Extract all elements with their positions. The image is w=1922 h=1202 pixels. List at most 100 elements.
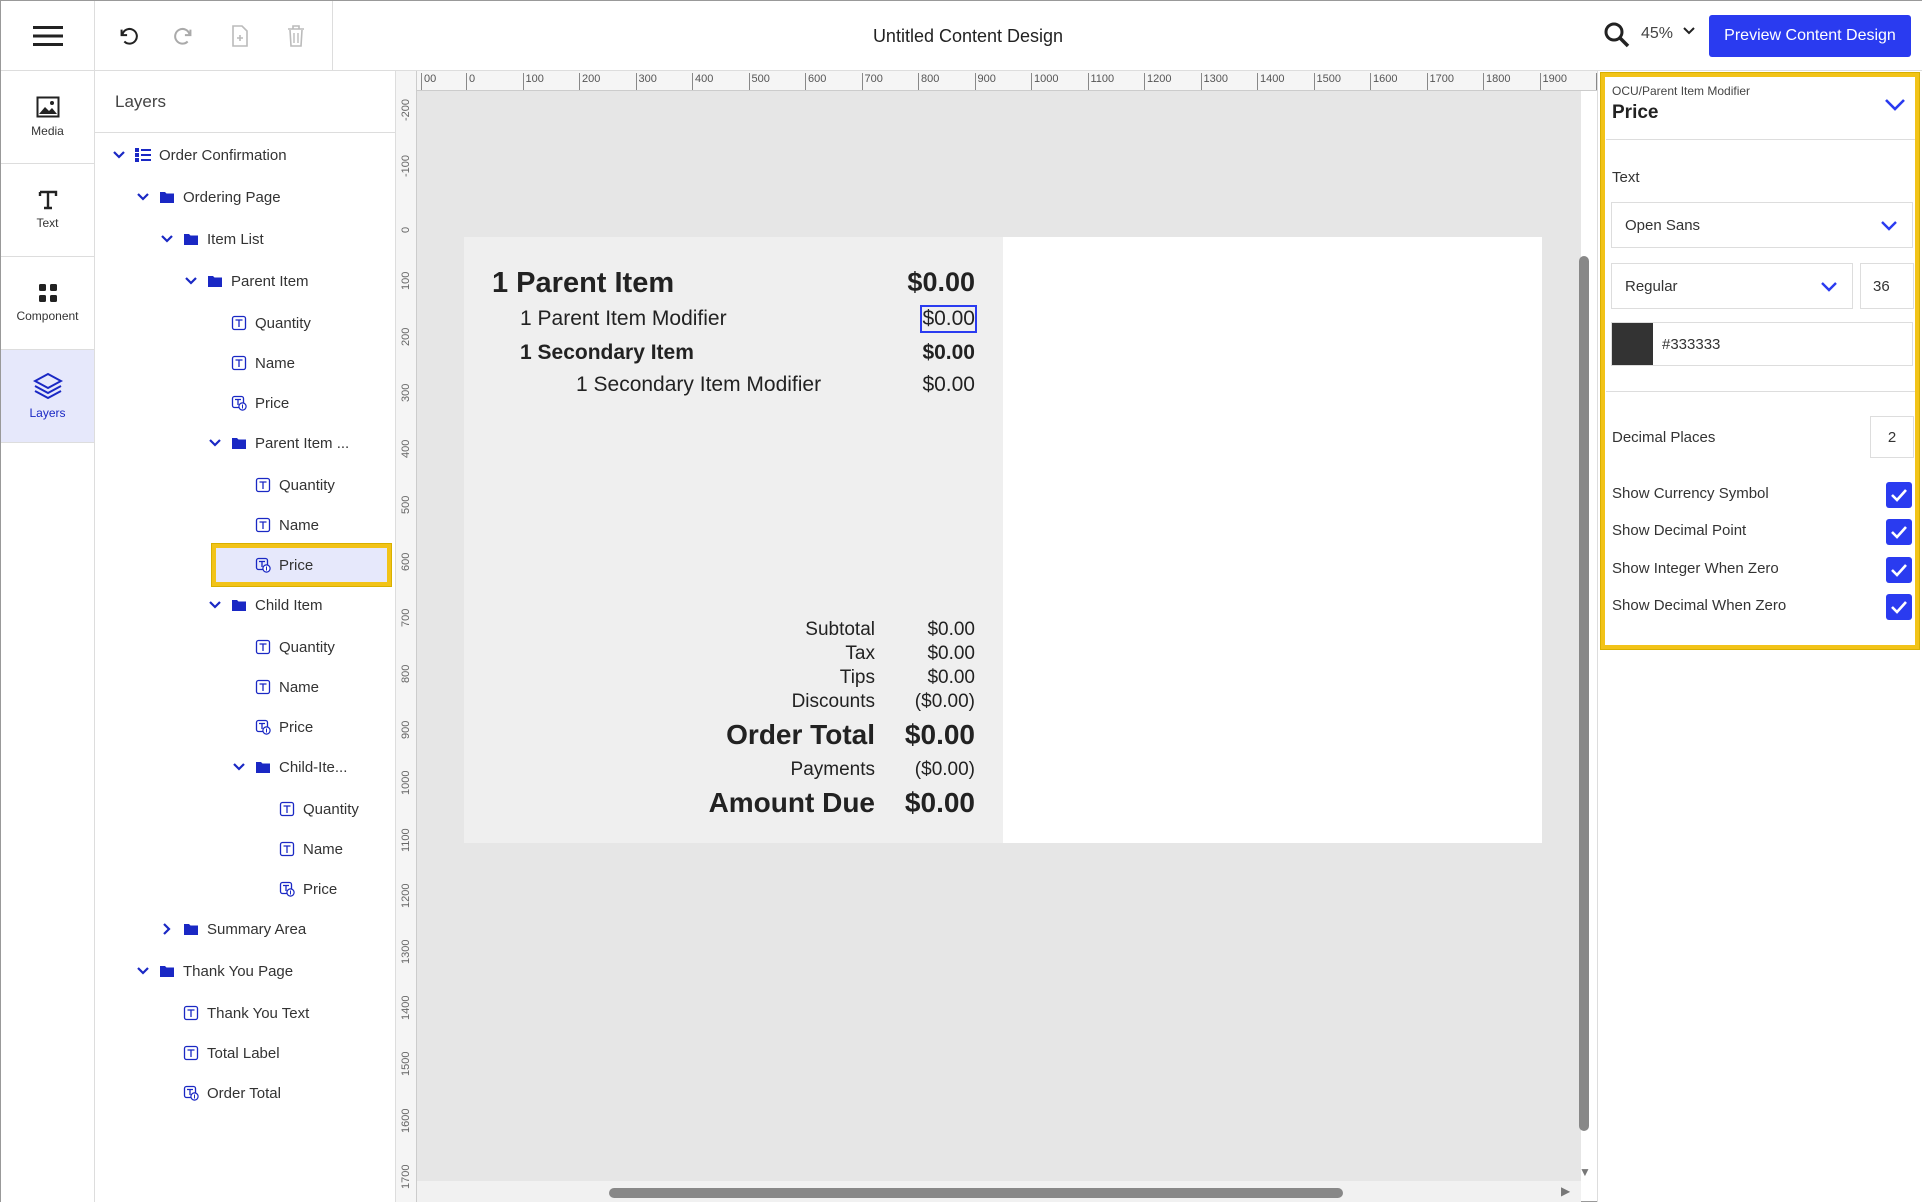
design-parent-price[interactable]: $0.00 xyxy=(907,267,975,298)
layer-item[interactable]: Quantity xyxy=(255,792,359,826)
chevron-down-icon[interactable] xyxy=(183,273,199,289)
design-order-total-value[interactable]: $0.00 xyxy=(905,719,975,751)
layer-item[interactable]: Parent Item ... xyxy=(207,426,349,460)
layer-item[interactable]: Child-Ite... xyxy=(231,750,347,784)
design-amount-due-label[interactable]: Amount Due xyxy=(709,787,875,819)
layer-item-label: Child Item xyxy=(255,596,323,614)
layer-item[interactable]: Name xyxy=(231,670,319,704)
undo-button[interactable] xyxy=(111,19,145,53)
chevron-down-icon[interactable] xyxy=(207,597,223,613)
price-field-icon xyxy=(231,395,247,411)
ruler-tick: 1200 xyxy=(400,883,412,908)
text-field-icon xyxy=(255,477,271,493)
zoom-search-button[interactable] xyxy=(1603,21,1631,54)
scroll-down-arrow-icon[interactable]: ▼ xyxy=(1579,1165,1591,1179)
rail-text-label: Text xyxy=(36,216,59,230)
layer-item[interactable]: Price xyxy=(231,710,313,744)
design-canvas[interactable]: 1 Parent Item $0.00 1 Parent Item Modifi… xyxy=(417,91,1581,1183)
rail-component-label: Component xyxy=(16,309,79,323)
zoom-level[interactable]: 45% xyxy=(1641,25,1673,43)
scroll-right-arrow-icon[interactable]: ▶ xyxy=(1561,1184,1570,1198)
design-secondary-modifier-price[interactable]: $0.00 xyxy=(922,373,975,397)
layer-item[interactable]: Order Total xyxy=(159,1076,281,1110)
design-tips-label[interactable]: Tips xyxy=(840,667,875,689)
content-design[interactable]: 1 Parent Item $0.00 1 Parent Item Modifi… xyxy=(464,237,1542,843)
layer-item[interactable]: Summary Area xyxy=(159,912,306,946)
ruler-tick: 900 xyxy=(974,73,996,90)
layer-item-label: Quantity xyxy=(279,638,335,656)
layer-item[interactable]: Name xyxy=(231,508,319,542)
design-parent-modifier-price[interactable]: $0.00 xyxy=(920,305,977,333)
rail-text[interactable]: Text xyxy=(1,164,94,257)
menu-button[interactable] xyxy=(1,1,95,71)
chevron-down-icon[interactable] xyxy=(207,435,223,451)
design-parent-modifier[interactable]: 1 Parent Item Modifier xyxy=(520,307,727,331)
design-tips-value[interactable]: $0.00 xyxy=(927,667,975,689)
text-t-icon xyxy=(38,190,57,210)
redo-button[interactable] xyxy=(167,19,201,53)
design-subtotal-value[interactable]: $0.00 xyxy=(927,619,975,641)
layer-item[interactable]: Ordering Page xyxy=(135,180,281,214)
design-secondary-item[interactable]: 1 Secondary Item xyxy=(520,341,694,365)
design-tax-value[interactable]: $0.00 xyxy=(927,643,975,665)
layer-item[interactable]: Quantity xyxy=(231,468,335,502)
layer-item[interactable]: Order Confirmation xyxy=(111,138,287,172)
layer-item[interactable]: Thank You Text xyxy=(159,996,309,1030)
design-payments-label[interactable]: Payments xyxy=(791,759,875,781)
text-field-icon xyxy=(255,639,271,655)
chevron-down-icon[interactable] xyxy=(135,963,151,979)
layer-item[interactable]: Parent Item xyxy=(183,264,309,298)
chevron-right-icon[interactable] xyxy=(159,921,175,937)
chevron-down-icon[interactable] xyxy=(135,189,151,205)
canvas-horizontal-scrollbar[interactable] xyxy=(609,1188,1343,1198)
ruler-tick: 200 xyxy=(400,327,412,346)
ruler-tick: 1500 xyxy=(400,1051,412,1077)
design-subtotal-label[interactable]: Subtotal xyxy=(805,619,875,641)
layer-item[interactable]: Thank You Page xyxy=(135,954,293,988)
ruler-tick: -200 xyxy=(400,98,412,121)
design-secondary-modifier[interactable]: 1 Secondary Item Modifier xyxy=(576,373,821,397)
chevron-down-icon[interactable] xyxy=(111,147,127,163)
ruler-tick: 1800 xyxy=(1483,73,1510,90)
chevron-down-icon[interactable] xyxy=(159,231,175,247)
design-tax-label[interactable]: Tax xyxy=(845,643,875,665)
rail-media[interactable]: Media xyxy=(1,71,94,164)
chevron-down-icon[interactable] xyxy=(231,759,247,775)
layer-item[interactable]: Quantity xyxy=(207,306,311,340)
rail-component[interactable]: Component xyxy=(1,257,94,350)
design-discounts-label[interactable]: Discounts xyxy=(792,691,875,713)
duplicate-button[interactable] xyxy=(223,19,257,53)
layer-item[interactable]: Name xyxy=(207,346,295,380)
layer-item[interactable]: Price xyxy=(207,386,289,420)
design-discounts-value[interactable]: ($0.00) xyxy=(915,691,975,713)
ruler-tick: 0 xyxy=(400,227,412,234)
layer-item[interactable]: Total Label xyxy=(159,1036,280,1070)
search-icon xyxy=(1604,22,1630,48)
zoom-dropdown[interactable] xyxy=(1681,23,1697,44)
layer-item[interactable]: Item List xyxy=(159,222,264,256)
layer-item[interactable]: Child Item xyxy=(207,588,323,622)
text-field-icon xyxy=(279,801,295,817)
design-amount-due-value[interactable]: $0.00 xyxy=(905,787,975,819)
delete-button[interactable] xyxy=(279,19,313,53)
canvas-vertical-scrollbar[interactable] xyxy=(1579,256,1589,1131)
app-window: Untitled Content Design 45% Preview Cont… xyxy=(0,0,1922,1202)
rail-layers[interactable]: Layers xyxy=(1,350,94,443)
preview-content-design-button[interactable]: Preview Content Design xyxy=(1709,15,1911,57)
layer-item[interactable]: Quantity xyxy=(231,630,335,664)
design-secondary-price[interactable]: $0.00 xyxy=(922,341,975,365)
layer-item-label: Child-Ite... xyxy=(279,758,348,776)
design-order-total-label[interactable]: Order Total xyxy=(726,719,875,751)
layer-item-label: Price xyxy=(255,394,290,412)
layer-item[interactable]: Price xyxy=(255,872,337,906)
layer-item[interactable]: Name xyxy=(255,832,343,866)
ruler-tick: 1400 xyxy=(400,995,412,1021)
design-payments-value[interactable]: ($0.00) xyxy=(915,759,975,781)
design-parent-item[interactable]: 1 Parent Item xyxy=(492,267,674,300)
ruler-tick: 1300 xyxy=(1200,73,1228,90)
text-field-icon xyxy=(279,841,295,857)
layer-item[interactable]: Price xyxy=(231,548,313,582)
